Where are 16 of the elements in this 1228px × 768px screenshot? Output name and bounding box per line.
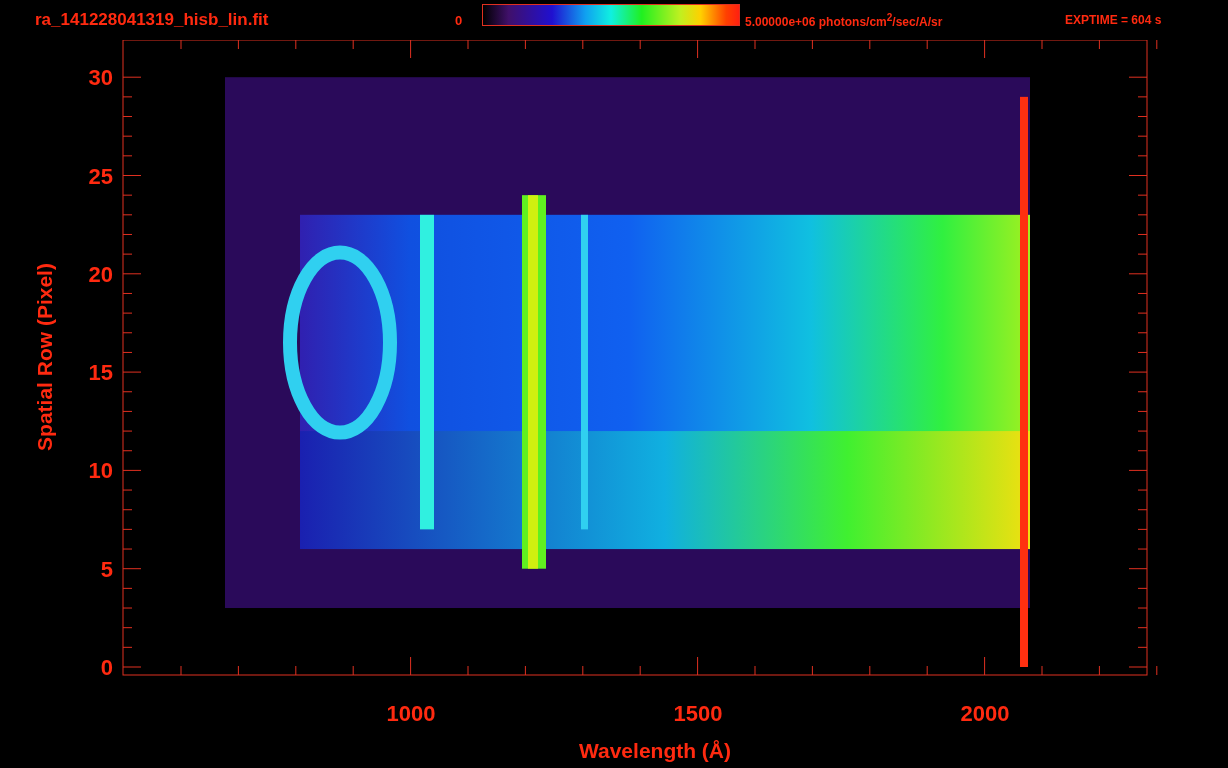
y-tick-label: 10 (88, 458, 113, 484)
x-tick-label: 2000 (960, 701, 1010, 726)
file-title: ra_141228041319_hisb_lin.fit (35, 10, 270, 30)
y-tick-label: 30 (88, 65, 113, 91)
colorbar-min-label: 0 (455, 12, 464, 28)
y-tick-label: 15 (88, 360, 113, 386)
y-tick-label: 25 (88, 163, 113, 189)
y-tick-label: 20 (88, 261, 113, 287)
y-tick-label: 0 (100, 655, 113, 680)
x-axis-title: Wavelength (Å) (578, 739, 732, 762)
x-tick-label: 1000 (386, 701, 436, 726)
colorbar-max-label: 5.00000e+06 photons/cm$^{2}$/sec/A/sr (745, 11, 944, 29)
y-axis-title: Spatial Row (Pixel) (33, 263, 56, 451)
y-tick-label: 5 (100, 556, 113, 582)
x-tick-label: 1500 (673, 701, 723, 726)
exposure-time: EXPTIME = 604 s (1065, 13, 1162, 27)
